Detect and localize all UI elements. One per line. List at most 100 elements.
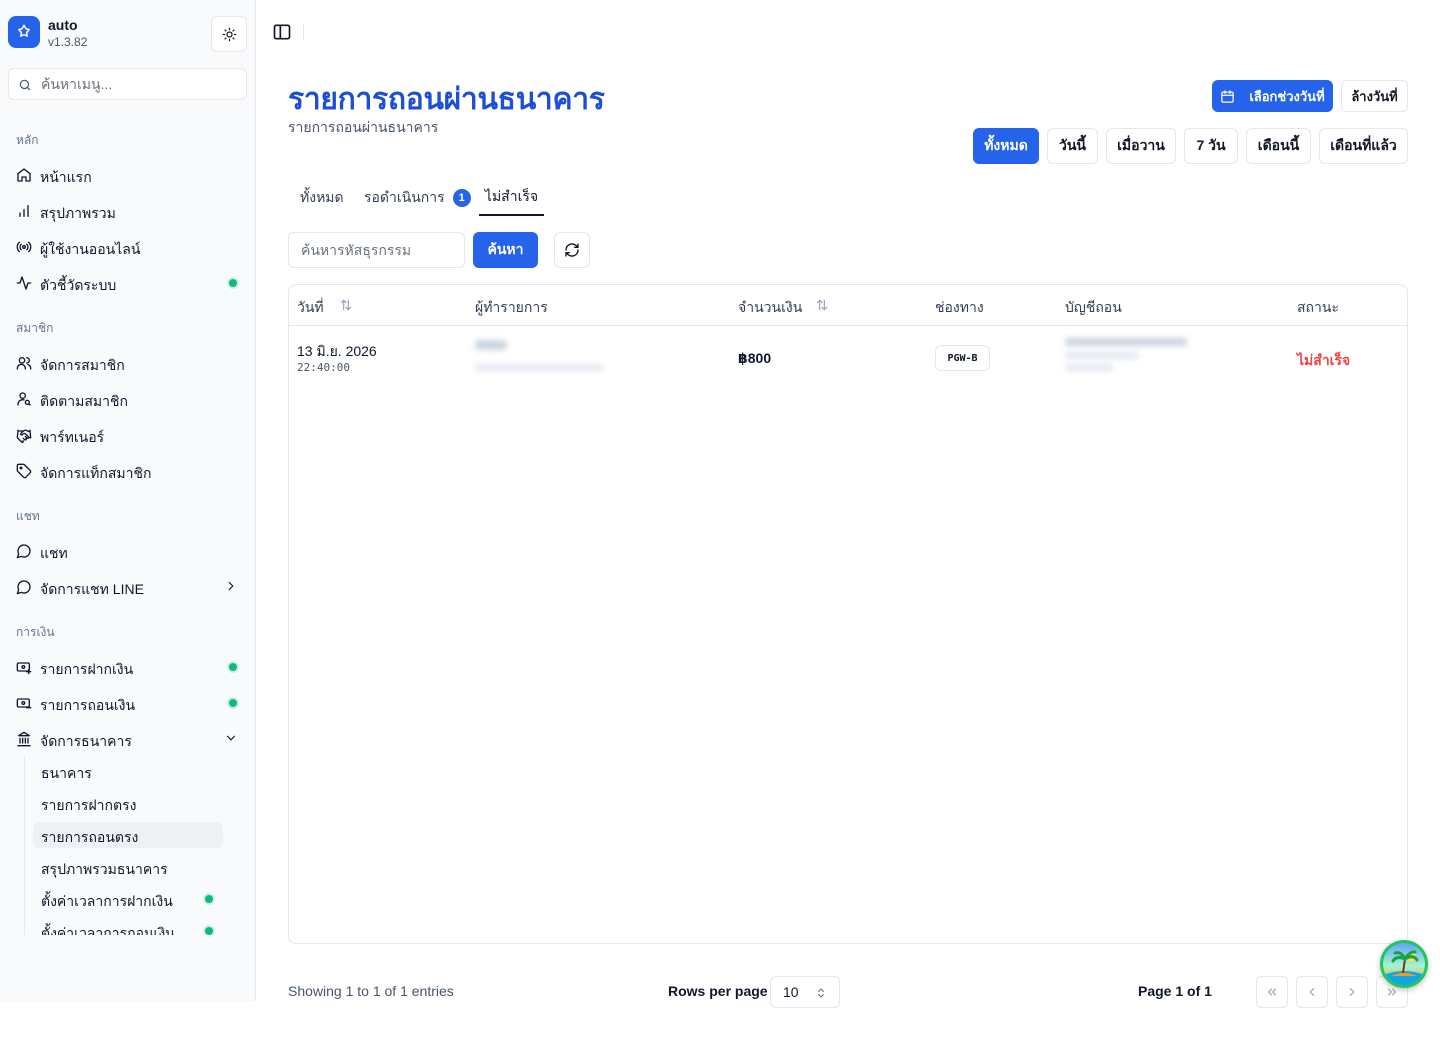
row-channel-badge: PGW-B [935,345,990,371]
chevron-left-icon [1309,987,1315,997]
sidebar-item-chat[interactable]: แชท [8,535,246,567]
table-row[interactable]: 13 มิ.ย. 2026 22:40:00 ฿800 PGW-B ไม่สำเ… [289,326,1407,390]
sidebar-item-label: ตัวชี้วัดระบบ [40,277,117,293]
sidebar-item-label: รายการฝากเงิน [40,661,134,677]
column-header-amount[interactable]: จำนวนเงิน [738,297,802,319]
tag-icon [16,463,32,479]
sidebar-item-member-tags[interactable]: จัดการแท็กสมาชิก [8,455,246,487]
submenu-item-direct-deposit[interactable]: รายการฝากตรง [33,790,223,816]
submenu-item-bank[interactable]: ธนาคาร [33,758,223,784]
sun-icon [222,27,236,41]
sidebar-item-bank-manage[interactable]: จัดการธนาคาร [8,723,246,755]
clear-date-button[interactable]: ล้างวันที่ [1341,80,1408,112]
sidebar-item-home[interactable]: หน้าแรก [8,159,246,191]
sidebar-item-label: รายการถอนเงิน [40,697,136,713]
row-status: ไม่สำเร็จ [1297,352,1351,368]
pending-count-badge: 1 [452,189,471,207]
clear-date-label: ล้างวันที่ [1351,88,1398,104]
chevron-right-icon [1349,987,1355,997]
column-header-channel: ช่องทาง [935,299,984,315]
range-all-button[interactable]: ทั้งหมด [973,128,1039,164]
column-header-status: สถานะ [1297,299,1339,315]
submenu-item-withdraw-time[interactable]: ตั้งค่าเวลาการถอนเงิน [33,918,223,935]
handshake-icon [16,429,32,443]
search-icon [19,79,31,91]
submenu-item-label: สรุปภาพรวมธนาคาร [41,861,168,877]
chevrons-up-down-icon [818,988,824,998]
section-label-main: หลัก [16,133,39,147]
refresh-button[interactable] [554,232,590,268]
first-page-button[interactable] [1256,976,1288,1008]
tab-label: ทั้งหมด [300,189,344,205]
range-7days-button[interactable]: 7 วัน [1184,128,1238,164]
sidebar-item-manage-members[interactable]: จัดการสมาชิก [8,347,246,379]
tab-pending[interactable]: รอดำเนินการ 1 [364,180,471,216]
submenu-item-label: ธนาคาร [41,765,92,781]
sidebar-search[interactable] [8,68,247,100]
date-range-picker-label: เลือกช่วงวันที่ [1249,88,1325,104]
row-amount: ฿800 [738,350,772,366]
sidebar-item-withdrawals[interactable]: รายการถอนเงิน [8,687,246,719]
bank-submenu: ธนาคาร รายการฝากตรง รายการถอนตรง สรุปภาพ… [24,757,224,935]
rows-per-page-select[interactable]: 10 [770,976,840,1008]
tab-label: รอดำเนินการ [364,189,445,205]
topbar-divider [303,24,304,40]
page-subtitle: รายการถอนผ่านธนาคาร [288,119,439,135]
submenu-item-label: ตั้งค่าเวลาการถอนเงิน [41,925,175,935]
search-button[interactable]: ค้นหา [473,232,538,268]
online-status-dot [205,895,213,903]
range-today-button[interactable]: วันนี้ [1047,128,1098,164]
sidebar-item-line-chat[interactable]: จัดการแชท LINE [8,571,246,603]
range-last-month-button[interactable]: เดือนที่แล้ว [1319,128,1408,164]
users-icon [16,357,32,370]
page-title: รายการถอนผ่านธนาคาร [288,83,605,116]
row-time: 22:40:00 [297,361,350,374]
submenu-item-bank-overview[interactable]: สรุปภาพรวมธนาคาร [33,854,223,880]
app-logo-icon[interactable] [8,16,40,48]
online-status-dot [205,927,213,935]
submenu-item-label: รายการถอนตรง [41,829,139,845]
cash-in-icon [16,662,32,675]
section-label-chat: แชท [16,509,40,523]
tab-failed[interactable]: ไม่สำเร็จ [479,180,544,216]
chevrons-left-icon [1267,988,1277,996]
submenu-item-direct-withdraw[interactable]: รายการถอนตรง [33,822,223,848]
sidebar-item-overview[interactable]: สรุปภาพรวม [8,195,246,227]
cash-out-icon [16,698,32,709]
message-circle-icon [16,544,31,559]
sidebar-item-label: ติดตามสมาชิก [40,393,128,409]
sidebar-item-label: จัดการแชท LINE [40,581,144,597]
next-page-button[interactable] [1336,976,1368,1008]
column-header-account: บัญชีถอน [1065,299,1122,315]
floating-chat-widget[interactable] [1380,940,1428,988]
redacted-account-info [1065,336,1225,380]
transaction-search-input[interactable] [288,232,465,268]
online-status-dot [229,699,237,707]
app-version: v1.3.82 [48,35,88,49]
sidebar-search-input[interactable] [41,69,241,99]
chevron-down-icon [226,735,236,741]
chevron-right-icon [228,581,234,591]
sidebar-item-deposits[interactable]: รายการฝากเงิน [8,651,246,683]
date-range-picker-button[interactable]: เลือกช่วงวันที่ [1212,80,1333,112]
sidebar-item-label: หน้าแรก [40,169,92,185]
previous-page-button[interactable] [1296,976,1328,1008]
sort-icon[interactable] [815,298,829,312]
sidebar-item-partners[interactable]: พาร์ทเนอร์ [8,419,246,451]
sidebar-item-metrics[interactable]: ตัวชี้วัดระบบ [8,267,246,299]
sidebar-item-label: จัดการแท็กสมาชิก [40,465,152,481]
rows-per-page-label: Rows per page [668,983,768,999]
tab-all[interactable]: ทั้งหมด [300,180,344,216]
sidebar-toggle-icon[interactable] [272,22,292,42]
submenu-item-deposit-time[interactable]: ตั้งค่าเวลาการฝากเงิน [33,886,223,912]
refresh-icon [565,243,579,257]
range-this-month-button[interactable]: เดือนนี้ [1246,128,1311,164]
entries-summary: Showing 1 to 1 of 1 entries [288,983,454,999]
column-header-date[interactable]: วันที่ [297,297,324,319]
sort-icon[interactable] [339,298,353,312]
range-yesterday-button[interactable]: เมื่อวาน [1106,128,1176,164]
sidebar: auto v1.3.82 หลัก หน้าแรก สรุปภาพรวม ผู้… [0,0,256,1001]
theme-toggle-button[interactable] [211,16,247,52]
sidebar-item-online-users[interactable]: ผู้ใช้งานออนไลน์ [8,231,246,263]
sidebar-item-track-members[interactable]: ติดตามสมาชิก [8,383,246,415]
